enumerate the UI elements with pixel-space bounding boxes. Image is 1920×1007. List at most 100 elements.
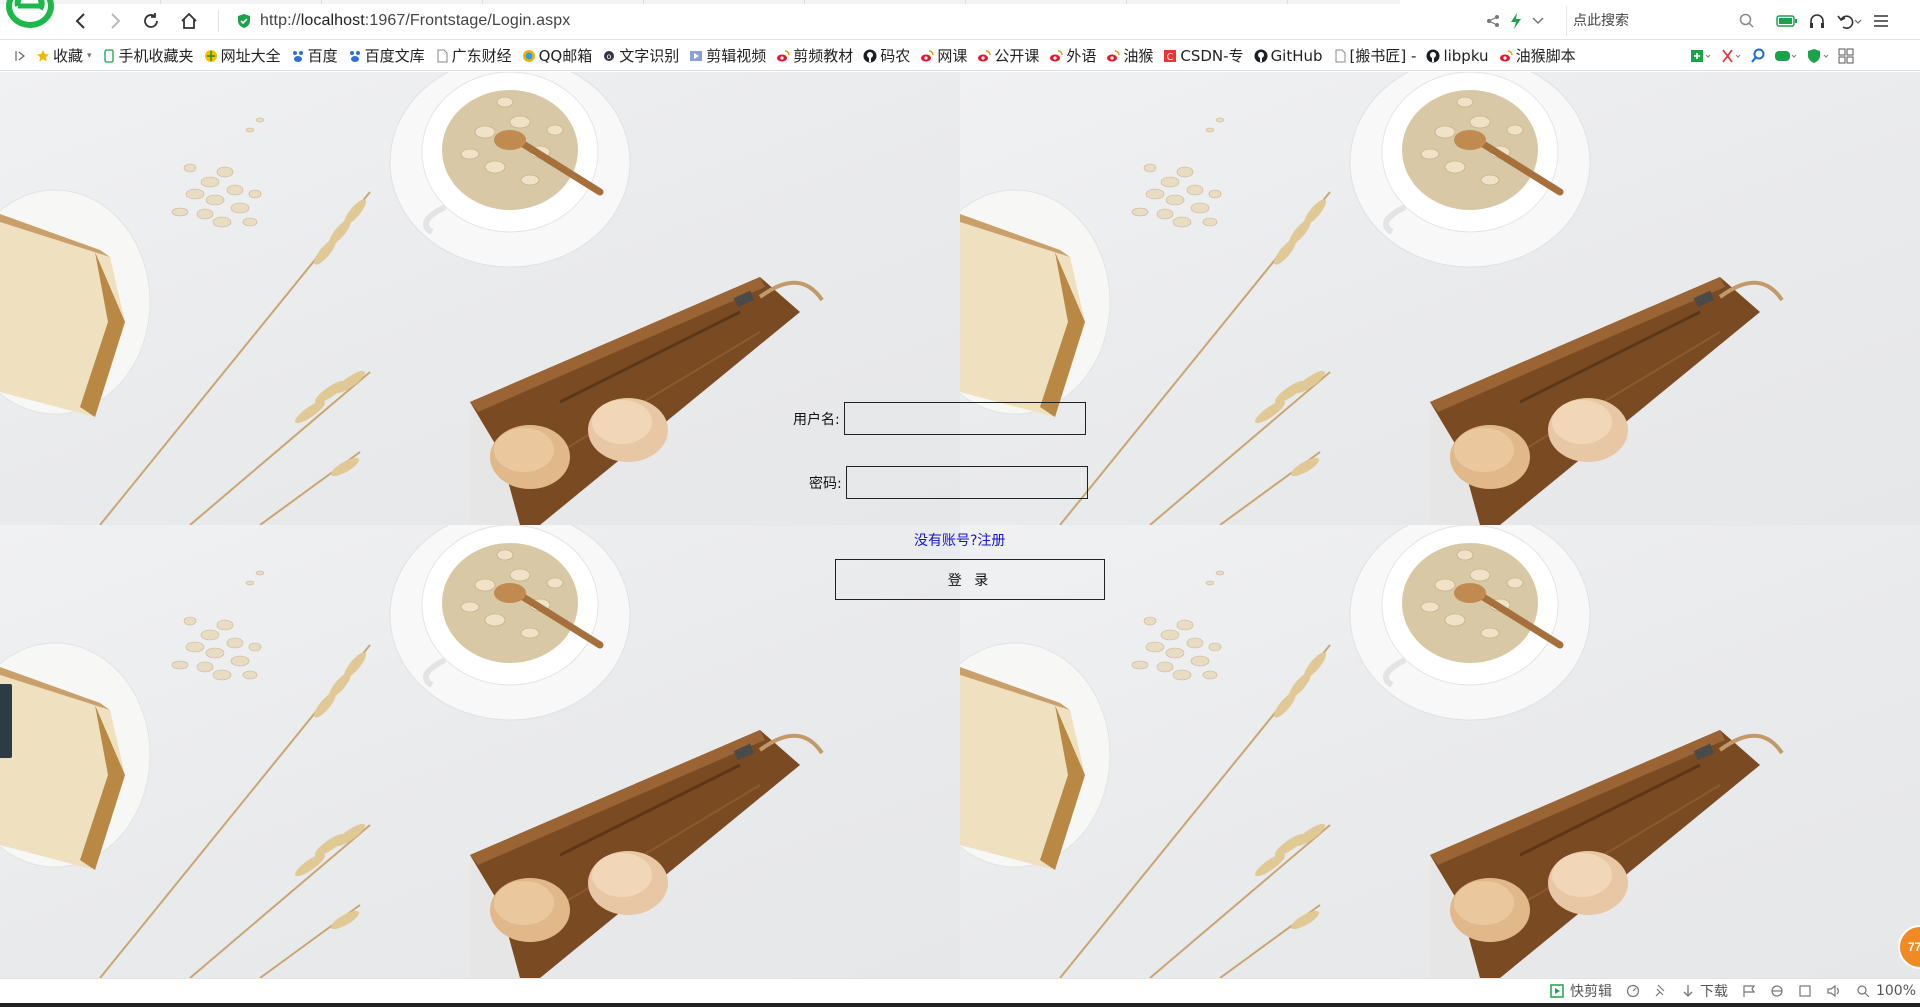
chevron-down-icon[interactable]: ▾ bbox=[87, 51, 92, 61]
register-link[interactable]: 没有账号?注册 bbox=[914, 530, 1005, 550]
bookmark-item[interactable]: 广东财经 bbox=[431, 44, 516, 68]
play-icon bbox=[1550, 984, 1564, 998]
bookmark-label: 百度 bbox=[307, 47, 338, 65]
zoom-item[interactable]: 100% bbox=[1856, 983, 1916, 999]
csdn-icon: C bbox=[1163, 49, 1177, 63]
reload-button[interactable] bbox=[138, 8, 164, 34]
bookmark-item[interactable]: 剪辑视频 bbox=[685, 44, 770, 68]
home-button[interactable] bbox=[176, 8, 202, 34]
bookmark-item[interactable]: 手机收藏夹 bbox=[98, 44, 198, 68]
bookmark-item[interactable]: 油猴 bbox=[1102, 44, 1157, 68]
address-bar[interactable]: http://localhost:1967/Frontstage/Login.a… bbox=[236, 7, 1466, 35]
bookmark-label: 网址大全 bbox=[220, 47, 281, 65]
bookmark-item[interactable]: 网址大全 bbox=[200, 44, 285, 68]
apps-grid-icon[interactable] bbox=[1838, 48, 1854, 64]
flag-icon[interactable] bbox=[1742, 984, 1756, 998]
bookmark-label: 手机收藏夹 bbox=[118, 47, 194, 65]
search-box[interactable] bbox=[1566, 6, 1762, 36]
mail-icon bbox=[522, 49, 536, 63]
weibo-icon bbox=[920, 49, 935, 63]
bookmark-item[interactable]: libpku bbox=[1422, 44, 1492, 68]
bookmark-item[interactable]: 网课 bbox=[916, 44, 971, 68]
login-form: 用户名: 密码: 没有账号?注册 登 录 bbox=[0, 72, 1920, 978]
bookmark-item[interactable]: 百度 bbox=[287, 44, 342, 68]
bookmark-label: 外语 bbox=[1066, 47, 1097, 65]
video-icon bbox=[689, 49, 703, 63]
download-item[interactable]: 下载 bbox=[1682, 981, 1728, 1001]
tab-strip bbox=[0, 0, 1400, 4]
speed-icon[interactable] bbox=[1626, 984, 1640, 998]
bookmark-item[interactable]: C CSDN-专 bbox=[1159, 44, 1247, 68]
float-ball-text: 77 bbox=[1908, 940, 1920, 954]
bookmark-label: 公开课 bbox=[994, 47, 1040, 65]
browser-logo-icon[interactable] bbox=[4, 0, 56, 30]
phone-icon bbox=[102, 48, 116, 63]
github-icon bbox=[1426, 49, 1440, 63]
quick-edit-item[interactable]: 快剪辑 bbox=[1550, 981, 1612, 1001]
github-icon bbox=[1254, 49, 1268, 63]
gamepad-icon[interactable] bbox=[1774, 48, 1798, 64]
bookmark-item[interactable]: 油猴脚本 bbox=[1495, 44, 1580, 68]
github-icon bbox=[863, 49, 877, 63]
bookmark-label: 剪频教材 bbox=[793, 47, 854, 65]
search-input[interactable] bbox=[1573, 13, 1723, 29]
bookmark-item[interactable]: QQ邮箱 bbox=[518, 44, 597, 68]
weibo-icon bbox=[977, 49, 992, 63]
bookmark-label: GitHub bbox=[1270, 46, 1323, 65]
url-text[interactable]: http://localhost:1967/Frontstage/Login.a… bbox=[260, 12, 570, 30]
bookmarks-toggle-icon[interactable] bbox=[8, 41, 32, 71]
taskbar-edge bbox=[0, 1003, 1920, 1007]
lightning-icon[interactable] bbox=[1510, 13, 1522, 29]
bookmark-item[interactable]: o 文字识别 bbox=[598, 44, 683, 68]
bookmark-item[interactable]: 公开课 bbox=[973, 44, 1043, 68]
bookmark-list: 收藏 ▾ 手机收藏夹 网址大全 百度 百度文库 广东财经 QQ邮箱 o 文字识别 剪辑视频 剪频教材 码… bbox=[32, 41, 1582, 71]
username-input[interactable] bbox=[843, 402, 1086, 435]
bookmark-label: 油猴脚本 bbox=[1515, 47, 1576, 65]
window-icon[interactable] bbox=[1798, 984, 1812, 998]
pin-icon[interactable] bbox=[1654, 984, 1668, 998]
add-app-icon[interactable] bbox=[1690, 48, 1712, 64]
page-icon bbox=[435, 49, 449, 63]
undo-icon[interactable] bbox=[1836, 12, 1862, 30]
bookmark-label: 码农 bbox=[880, 47, 911, 65]
bookmark-item[interactable]: 外语 bbox=[1045, 44, 1100, 68]
password-label: 密码: bbox=[809, 475, 842, 492]
password-input[interactable] bbox=[845, 466, 1088, 499]
share-icon[interactable] bbox=[1486, 14, 1500, 28]
page-viewport: 用户名: 密码: 没有账号?注册 登 录 77 bbox=[0, 72, 1920, 978]
baidu-icon bbox=[348, 49, 362, 63]
address-actions bbox=[1486, 10, 1544, 32]
chevron-down-icon[interactable] bbox=[1532, 17, 1544, 25]
extension-icons bbox=[1690, 45, 1854, 67]
zoom-label: 100% bbox=[1875, 983, 1916, 999]
download-icon bbox=[1683, 985, 1693, 997]
bookmark-item[interactable]: 收藏 ▾ bbox=[32, 44, 96, 68]
secure-shield-icon bbox=[238, 14, 250, 28]
sound-icon[interactable] bbox=[1826, 984, 1842, 998]
bookmark-label: 文字识别 bbox=[619, 47, 680, 65]
star-icon bbox=[36, 49, 50, 63]
bookmark-item[interactable]: GitHub bbox=[1250, 44, 1327, 68]
forward-button[interactable] bbox=[102, 8, 128, 34]
svg-text:C: C bbox=[1167, 52, 1174, 63]
magnifier-icon[interactable] bbox=[1750, 48, 1766, 64]
bookmark-item[interactable]: 百度文库 bbox=[344, 44, 429, 68]
side-panel-handle[interactable] bbox=[0, 684, 12, 758]
bookmark-item[interactable]: 码农 bbox=[859, 44, 914, 68]
login-button[interactable]: 登 录 bbox=[835, 559, 1105, 600]
toolbar-right-icons bbox=[1776, 9, 1890, 33]
baidu-icon bbox=[291, 49, 305, 63]
bookmark-item[interactable]: [搬书匠] - bbox=[1329, 44, 1421, 68]
svg-text:o: o bbox=[607, 52, 612, 61]
ie-icon[interactable] bbox=[1770, 984, 1784, 998]
search-icon[interactable] bbox=[1739, 13, 1755, 29]
headphones-icon[interactable] bbox=[1808, 12, 1826, 30]
back-button[interactable] bbox=[68, 8, 94, 34]
bookmark-item[interactable]: 剪频教材 bbox=[772, 44, 857, 68]
scissors-icon[interactable] bbox=[1720, 48, 1742, 64]
weibo-icon bbox=[1049, 49, 1064, 63]
shield-icon[interactable] bbox=[1806, 48, 1830, 64]
download-label: 下载 bbox=[1699, 984, 1728, 1000]
menu-icon[interactable] bbox=[1872, 13, 1890, 29]
battery-icon[interactable] bbox=[1776, 14, 1798, 28]
